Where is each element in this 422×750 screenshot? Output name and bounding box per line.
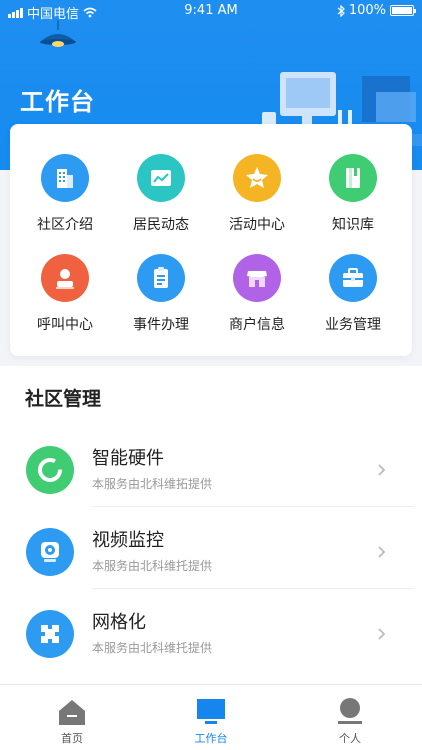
clipboard-icon [137,254,185,302]
list-item-subtitle: 本服务由北科维托提供 [92,641,213,655]
camera-icon [26,528,74,576]
building-icon [41,154,89,202]
shortcut-community-intro[interactable]: 社区介绍 [15,154,115,244]
shortcut-merchant-info[interactable]: 商户信息 [207,254,307,344]
divider [92,506,414,507]
monitor-icon [197,699,225,724]
shortcut-activity-center[interactable]: 活动中心 [207,154,307,244]
battery-percent: 100% [348,3,386,18]
list-item-video-monitoring[interactable]: 视频监控 本服务由北科维托提供 [0,516,422,598]
tab-workbench[interactable]: 工作台 [141,685,281,750]
shortcut-label: 活动中心 [229,217,285,233]
list-item-title: 智能硬件 [92,448,164,469]
home-icon [59,700,85,725]
community-management-section: 社区管理 智能硬件 本服务由北科维拓提供 视频监控 本服务由北科维托提供 网格化… [0,366,422,684]
status-right: 100% [337,3,416,18]
list-item-grid-management[interactable]: 网格化 本服务由北科维托提供 [0,598,422,680]
grid-icon [26,610,74,658]
divider [92,588,414,589]
battery-icon [390,5,416,16]
list-item-title: 网格化 [92,612,146,633]
status-bar: 中国电信 9:41 AM 100% [0,0,422,22]
person-icon [41,254,89,302]
shortcut-call-center[interactable]: 呼叫中心 [15,254,115,344]
list-item-title: 视频监控 [92,530,164,551]
shortcut-label: 商户信息 [229,317,285,333]
tab-home[interactable]: 首页 [2,685,142,750]
tab-profile[interactable]: 个人 [280,685,420,750]
ring-icon [26,446,74,494]
book-icon [329,154,377,202]
chevron-right-icon [378,628,386,640]
chart-icon [137,154,185,202]
briefcase-icon [329,254,377,302]
shortcut-label: 事件办理 [133,317,189,333]
chevron-right-icon [378,464,386,476]
store-icon [233,254,281,302]
shortcut-label: 呼叫中心 [37,317,93,333]
shortcut-label: 业务管理 [325,317,381,333]
user-icon [338,698,362,724]
shortcut-label: 知识库 [332,217,374,233]
list-item-subtitle: 本服务由北科维托提供 [92,559,213,573]
list-item-smart-hardware[interactable]: 智能硬件 本服务由北科维拓提供 [0,434,422,516]
star-icon [233,154,281,202]
tab-label: 工作台 [194,732,228,745]
list-item-subtitle: 本服务由北科维拓提供 [92,477,213,491]
tab-bar: 首页 工作台 个人 [0,684,422,750]
lamp-icon [40,20,76,47]
shortcut-business-management[interactable]: 业务管理 [303,254,403,344]
bluetooth-icon [337,4,345,17]
section-title: 社区管理 [25,388,102,410]
tab-label: 首页 [61,732,83,745]
shortcut-event-handling[interactable]: 事件办理 [111,254,211,344]
tab-label: 个人 [339,732,361,745]
shortcut-knowledge-base[interactable]: 知识库 [303,154,403,244]
shortcut-resident-news[interactable]: 居民动态 [111,154,211,244]
shortcut-label: 居民动态 [133,217,189,233]
chevron-right-icon [378,546,386,558]
page-title: 工作台 [20,88,95,116]
shortcut-grid: 社区介绍 居民动态 活动中心 知识库 呼叫中心 事件办理 商户信息 业务管理 [10,124,412,356]
shortcut-label: 社区介绍 [37,217,93,233]
